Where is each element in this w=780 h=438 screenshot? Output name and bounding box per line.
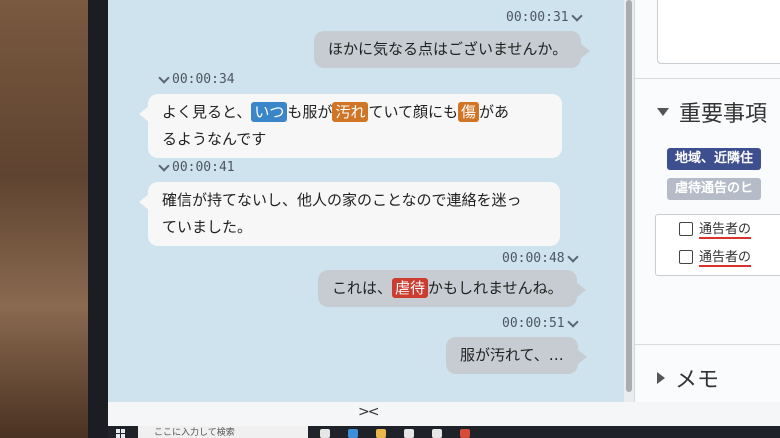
keyword-tag-injury[interactable]: 傷 bbox=[458, 102, 480, 122]
message-line: ていました。 bbox=[162, 218, 253, 236]
chevron-down-icon[interactable] bbox=[566, 250, 579, 263]
chat-bubble-caller: よく見ると、 いつ も服が 汚れ ていて顔にも傷があ るようなんです bbox=[139, 94, 562, 158]
timestamp-text: 00:00:48 bbox=[502, 251, 565, 266]
keyword-tag-when[interactable]: いつ bbox=[251, 102, 288, 122]
message-text: があ bbox=[479, 103, 510, 121]
timestamp-text: 00:00:31 bbox=[506, 10, 569, 25]
timestamp: 00:00:41 bbox=[158, 159, 235, 175]
message-text: 服が汚れて、… bbox=[460, 346, 564, 364]
section-title: 重要事項 bbox=[679, 102, 768, 127]
chat-bubble-caller: 確信が持てないし、他人の家のことなので連絡を迷っ ていました。 bbox=[139, 182, 560, 246]
chevron-down-icon[interactable] bbox=[570, 9, 583, 22]
chat-bubble-operator: ほかに気なる点はございませんか。 bbox=[314, 31, 591, 68]
screen: 00:00:31 ほかに気なる点はございませんか。 00:00:34 よく見ると… bbox=[108, 0, 780, 438]
keyword-tag-abuse[interactable]: 虐待 bbox=[392, 278, 429, 298]
chevron-down-icon[interactable] bbox=[158, 159, 170, 172]
info-panel: 重要事項 地域、近隣住 虐待通告のヒ 通告者の 通告者の メモ bbox=[634, 0, 780, 402]
edge-icon[interactable] bbox=[348, 429, 358, 438]
checkbox[interactable] bbox=[679, 249, 693, 264]
scrollbar-thumb[interactable] bbox=[626, 0, 632, 392]
section-title: メモ bbox=[675, 368, 720, 393]
chat-bubble-operator: 服が汚れて、… bbox=[446, 337, 587, 374]
timestamp-text: 00:00:41 bbox=[172, 160, 235, 175]
timestamp-text: 00:00:34 bbox=[172, 72, 235, 87]
checkbox[interactable] bbox=[679, 221, 693, 236]
message-text: かもしれませんね。 bbox=[428, 279, 563, 297]
background-wall bbox=[0, 0, 96, 438]
message-text: も服が bbox=[287, 103, 333, 121]
checklist-item[interactable]: 通告者の bbox=[679, 246, 752, 267]
caret-down-icon bbox=[657, 108, 669, 116]
checklist-item[interactable]: 通告者の bbox=[679, 218, 752, 239]
timestamp: 00:00:31 bbox=[506, 9, 583, 25]
file-explorer-icon[interactable] bbox=[376, 429, 386, 438]
category-chip[interactable]: 地域、近隣住 bbox=[667, 148, 762, 170]
divider bbox=[635, 78, 780, 79]
message-line: るようなんです bbox=[162, 130, 267, 148]
notes-input-box[interactable] bbox=[657, 0, 780, 64]
store-icon[interactable] bbox=[404, 429, 414, 438]
monitor-bezel bbox=[88, 0, 110, 438]
message-text: ていて顔にも bbox=[368, 103, 459, 121]
chevron-down-icon[interactable] bbox=[158, 71, 170, 84]
message-text: これは、 bbox=[332, 279, 393, 297]
taskbar-search-input[interactable]: ここに入力して検索 bbox=[138, 426, 308, 438]
task-view-icon[interactable] bbox=[320, 429, 330, 438]
caret-right-icon bbox=[657, 372, 665, 384]
chat-transcript: 00:00:31 ほかに気なる点はございませんか。 00:00:34 よく見ると… bbox=[108, 0, 624, 402]
timestamp: 00:00:51 bbox=[502, 315, 579, 331]
message-text: よく見ると、 bbox=[162, 103, 252, 121]
keyword-tag-dirty[interactable]: 汚れ bbox=[332, 102, 369, 122]
important-section-header[interactable]: 重要事項 bbox=[657, 96, 767, 128]
category-chip[interactable]: 虐待通告のヒ bbox=[667, 178, 762, 200]
checklist-label: 通告者の bbox=[699, 218, 752, 239]
mail-icon[interactable] bbox=[432, 429, 442, 438]
chat-scrollbar[interactable] bbox=[624, 0, 634, 402]
message-line: よく見ると、 いつ も服が 汚れ ていて顔にも傷があ bbox=[162, 99, 548, 126]
message-line: 確信が持てないし、他人の家のことなので連絡を迷っ bbox=[162, 191, 522, 209]
timestamp: 00:00:48 bbox=[502, 250, 579, 266]
memo-section-header[interactable]: メモ bbox=[657, 362, 719, 394]
windows-start-icon[interactable] bbox=[116, 429, 126, 438]
windows-taskbar: ここに入力して検索 bbox=[108, 426, 780, 438]
panel-collapse-toggle[interactable]: >< bbox=[358, 404, 380, 420]
chat-bubble-operator: これは、 虐待 かもしれませんね。 bbox=[318, 270, 586, 307]
divider bbox=[635, 344, 780, 345]
message-text: ほかに気なる点はございませんか。 bbox=[328, 40, 568, 58]
app-icon[interactable] bbox=[460, 429, 470, 438]
checklist-label: 通告者の bbox=[699, 246, 752, 267]
timestamp-text: 00:00:51 bbox=[502, 316, 565, 331]
timestamp: 00:00:34 bbox=[158, 71, 235, 87]
chevron-down-icon[interactable] bbox=[566, 315, 579, 328]
